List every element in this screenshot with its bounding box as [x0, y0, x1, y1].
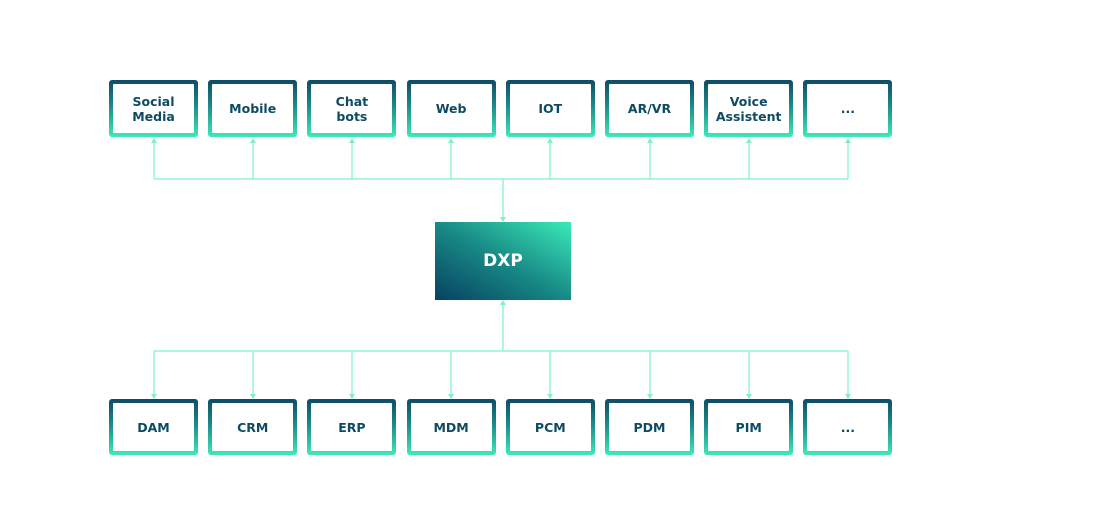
node-label: PDM: [609, 403, 690, 451]
node-label: CRM: [212, 403, 294, 451]
node-label: PCM: [509, 403, 591, 451]
node-label: ERP: [311, 403, 393, 451]
channel-node-web: Web: [406, 80, 496, 137]
dxp-label: DXP: [483, 251, 523, 271]
system-node-pim: PIM: [704, 399, 794, 455]
node-label: Social Media: [113, 84, 194, 133]
arrow-head-icon: [349, 138, 355, 143]
system-node-pcm: PCM: [505, 399, 595, 455]
channel-node-voice-assistent: Voice Assistent: [704, 80, 794, 137]
system-node-more: ...: [803, 399, 893, 455]
channel-node-chatbots: Chat bots: [307, 80, 397, 137]
system-node-crm: CRM: [208, 399, 298, 455]
arrow-head-icon: [845, 138, 851, 143]
arrow-head-icon: [746, 138, 752, 143]
arrow-head-icon: [250, 138, 256, 143]
channel-node-social-media: Social Media: [109, 80, 198, 137]
arrow-head-icon: [500, 300, 506, 305]
node-label: Voice Assistent: [708, 84, 790, 133]
arrow-head-icon: [547, 138, 553, 143]
arrow-head-icon: [647, 138, 653, 143]
channel-node-more: ...: [803, 80, 893, 137]
system-node-dam: DAM: [109, 399, 198, 455]
node-label: ...: [807, 403, 889, 451]
node-label: PIM: [708, 403, 790, 451]
node-label: Mobile: [212, 84, 294, 133]
system-node-erp: ERP: [307, 399, 397, 455]
node-label: DAM: [113, 403, 194, 451]
arrow-head-icon: [151, 138, 157, 143]
system-node-mdm: MDM: [406, 399, 496, 455]
node-label: Web: [410, 84, 492, 133]
dxp-node: DXP: [435, 222, 571, 300]
node-label: IOT: [509, 84, 591, 133]
arrow-head-icon: [448, 138, 454, 143]
dxp-architecture-diagram: Social Media Mobile Chat bots Web IOT AR…: [0, 0, 1100, 526]
channel-node-iot: IOT: [505, 80, 595, 137]
node-label: AR/VR: [609, 84, 690, 133]
node-label: Chat bots: [311, 84, 393, 133]
channel-node-mobile: Mobile: [208, 80, 298, 137]
system-node-pdm: PDM: [605, 399, 694, 455]
channel-node-ar-vr: AR/VR: [605, 80, 694, 137]
node-label: MDM: [410, 403, 492, 451]
node-label: ...: [807, 84, 889, 133]
